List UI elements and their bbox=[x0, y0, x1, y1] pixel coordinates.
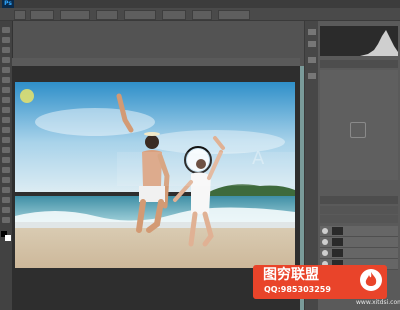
blur-tool-icon[interactable] bbox=[2, 147, 10, 153]
path-select-tool-icon[interactable] bbox=[2, 187, 10, 193]
lasso-tool-icon[interactable] bbox=[2, 47, 10, 53]
layer-thumbnail bbox=[332, 249, 343, 257]
layer-row[interactable] bbox=[320, 248, 398, 259]
eye-icon[interactable] bbox=[322, 228, 328, 234]
flame-logo-graphic bbox=[365, 272, 377, 286]
histogram-graph bbox=[320, 30, 398, 56]
marquee-tool-icon[interactable] bbox=[2, 37, 10, 43]
watermark-letter: A bbox=[252, 148, 265, 169]
option-field[interactable] bbox=[192, 10, 212, 20]
option-field[interactable] bbox=[124, 10, 156, 20]
option-field[interactable] bbox=[30, 10, 54, 20]
eyedropper-tool-icon[interactable] bbox=[2, 77, 10, 83]
tool-preset-button[interactable] bbox=[14, 10, 26, 20]
eye-icon[interactable] bbox=[322, 250, 328, 256]
beach-photo[interactable] bbox=[15, 82, 295, 268]
layers-panel-header[interactable] bbox=[320, 196, 398, 204]
flame-logo-icon bbox=[360, 269, 382, 291]
option-field[interactable] bbox=[162, 10, 186, 20]
adjustments-icon[interactable] bbox=[308, 57, 316, 63]
history-icon[interactable] bbox=[308, 29, 316, 35]
character-icon[interactable] bbox=[308, 73, 316, 79]
option-field[interactable] bbox=[60, 10, 90, 20]
option-field[interactable] bbox=[218, 10, 250, 20]
properties-icon[interactable] bbox=[308, 41, 316, 47]
dodge-tool-icon[interactable] bbox=[2, 157, 10, 163]
beach-photo-image bbox=[15, 82, 295, 268]
no-properties-icon bbox=[350, 122, 366, 138]
menu-bar bbox=[0, 0, 400, 8]
layer-thumbnail bbox=[332, 227, 343, 235]
hand-tool-icon[interactable] bbox=[2, 207, 10, 213]
gradient-tool-icon[interactable] bbox=[2, 137, 10, 143]
option-field[interactable] bbox=[96, 10, 118, 20]
history-brush-tool-icon[interactable] bbox=[2, 117, 10, 123]
shape-tool-icon[interactable] bbox=[2, 197, 10, 203]
brush-tool-icon[interactable] bbox=[2, 97, 10, 103]
document-tab[interactable] bbox=[12, 58, 300, 66]
layer-row[interactable] bbox=[320, 237, 398, 248]
clone-stamp-tool-icon[interactable] bbox=[2, 107, 10, 113]
banner-qq: QQ:985303259 bbox=[264, 285, 331, 294]
type-tool-icon[interactable] bbox=[2, 177, 10, 183]
quick-select-tool-icon[interactable] bbox=[2, 57, 10, 63]
eye-icon[interactable] bbox=[322, 239, 328, 245]
properties-panel-header[interactable] bbox=[320, 60, 398, 68]
layers-filter-bar[interactable] bbox=[320, 206, 398, 214]
site-url: www.xitdsi.com bbox=[356, 299, 400, 306]
eraser-tool-icon[interactable] bbox=[2, 127, 10, 133]
banner-title: 图穷联盟 bbox=[263, 267, 319, 283]
crop-tool-icon[interactable] bbox=[2, 67, 10, 73]
layer-thumbnail bbox=[332, 238, 343, 246]
properties-panel-body bbox=[320, 70, 398, 180]
zoom-tool-icon[interactable] bbox=[2, 217, 10, 223]
layer-row[interactable] bbox=[320, 226, 398, 237]
move-tool-icon[interactable] bbox=[2, 27, 10, 33]
photoshop-logo-icon: Ps bbox=[2, 0, 14, 8]
histogram-panel bbox=[320, 26, 398, 56]
background-color-swatch[interactable] bbox=[5, 235, 11, 241]
pen-tool-icon[interactable] bbox=[2, 167, 10, 173]
blend-mode-select[interactable] bbox=[320, 215, 398, 223]
healing-tool-icon[interactable] bbox=[2, 87, 10, 93]
